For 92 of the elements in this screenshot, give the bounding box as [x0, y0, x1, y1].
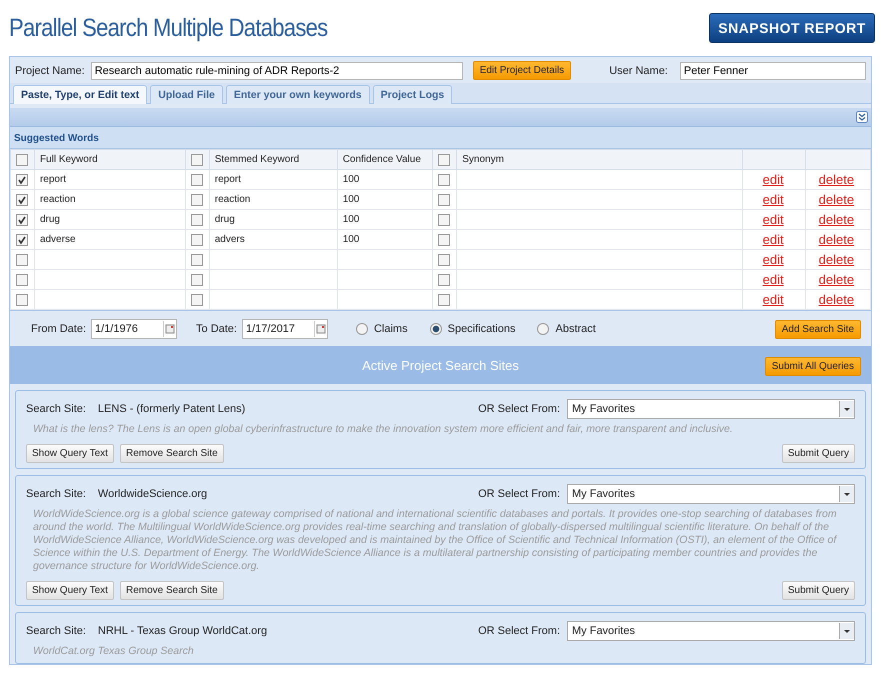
dropdown-caret-icon[interactable]: [839, 401, 854, 417]
calendar-icon[interactable]: [314, 321, 327, 337]
checkbox[interactable]: [438, 214, 450, 226]
checkbox[interactable]: [438, 274, 450, 286]
table-cell: adverse: [40, 234, 76, 245]
table-cell: 100: [342, 214, 360, 225]
dropdown-caret-icon[interactable]: [839, 623, 854, 639]
calendar-icon[interactable]: [163, 321, 176, 337]
checkbox[interactable]: [438, 294, 450, 306]
radio-option[interactable]: Claims: [356, 323, 408, 335]
site-action-button[interactable]: Remove Search Site: [120, 444, 224, 463]
submit-query-button[interactable]: Submit Query: [782, 444, 855, 463]
radio-option[interactable]: Abstract: [537, 323, 596, 335]
site-description: WorldWideScience.org is a global science gateway comprised of national and international scientific databases and portals. It provides one-stop searching of databases from around the world. The Multilingual WorldWideScience.org provides real-time searching and translation of globally-dispersed multilingual scientific literature. On behalf of the WorldWideScience Alliance, WorldWideScience.org was developed and is maintained by the Office of Scientific and Technical Information (OSTI), an element of the Office of Science within the U.S. Department of Energy. The WorldWideScience Alliance is a multilateral partnership consisting of participating member countries and provides the governance structure for WorldWideScience.org.: [33, 508, 838, 573]
radio-button[interactable]: [430, 323, 442, 335]
checkbox[interactable]: [190, 154, 203, 166]
site-description: What is the lens? The Lens is an open global cyberinfrastructure to make the innovation system more efficient and fair, more transparent and inclusive.: [33, 423, 734, 436]
checkbox[interactable]: [16, 214, 28, 226]
site-select[interactable]: My Favorites: [567, 399, 855, 419]
edit-project-details-button[interactable]: Edit Project Details: [472, 61, 572, 80]
checkbox[interactable]: [16, 234, 28, 246]
tab[interactable]: Project Logs: [372, 85, 452, 104]
field-label: Search Site:: [26, 488, 86, 500]
radio-button[interactable]: [537, 323, 550, 335]
checkbox[interactable]: [16, 294, 28, 306]
site-select[interactable]: My Favorites: [567, 621, 855, 641]
field-label: OR Select From:: [478, 488, 560, 500]
checkbox[interactable]: [16, 174, 28, 186]
checkbox[interactable]: [16, 274, 28, 286]
submit-all-queries-button[interactable]: Submit All Queries: [764, 357, 861, 376]
field-label: OR Select From:: [478, 625, 560, 637]
checkbox[interactable]: [16, 254, 28, 266]
user-name-field[interactable]: Peter Fenner: [680, 62, 866, 80]
site-description: WorldCat.org Texas Group Search: [33, 645, 195, 658]
tab[interactable]: Paste, Type, or Edit text: [13, 85, 148, 104]
column-header: Stemmed Keyword: [214, 154, 300, 165]
checkbox[interactable]: [438, 254, 450, 266]
checkbox[interactable]: [190, 194, 203, 206]
field-label: Search Site:: [26, 403, 86, 415]
table-cell: 100: [342, 234, 360, 245]
table-cell: report: [214, 174, 241, 185]
table-cell: 100: [342, 174, 360, 185]
field-label: User Name:: [609, 64, 668, 76]
checkbox[interactable]: [438, 234, 450, 246]
field-label: Search Site:: [26, 625, 86, 637]
expand-icon[interactable]: [856, 111, 868, 123]
tab[interactable]: Upload File: [150, 85, 223, 104]
checkbox[interactable]: [190, 254, 203, 266]
table-cell: advers: [214, 234, 245, 245]
page-title: Parallel Search Multiple Databases: [9, 14, 328, 42]
table-cell: reaction: [214, 194, 250, 205]
field-label: OR Select From:: [478, 403, 560, 415]
project-name-field[interactable]: Research automatic rule-mining of ADR Reports-2: [90, 62, 463, 80]
section-title: Active Project Search Sites: [362, 358, 519, 372]
checkbox[interactable]: [190, 174, 203, 186]
checkbox[interactable]: [190, 294, 203, 306]
section-title: Suggested Words: [10, 127, 871, 149]
checkbox[interactable]: [16, 154, 28, 166]
submit-query-button[interactable]: Submit Query: [782, 581, 855, 600]
checkbox[interactable]: [190, 234, 203, 246]
tab[interactable]: Enter your own keywords: [226, 85, 370, 104]
checkbox[interactable]: [190, 214, 203, 226]
search-site-name: LENS - (formerly Patent Lens): [98, 403, 246, 415]
site-action-button[interactable]: Remove Search Site: [120, 581, 224, 600]
to-date-field[interactable]: 1/17/2017: [242, 319, 328, 339]
checkbox[interactable]: [438, 154, 450, 166]
field-label: To Date:: [196, 323, 237, 335]
radio-button[interactable]: [356, 323, 368, 335]
table-cell: 100: [342, 194, 360, 205]
table-cell: reaction: [40, 194, 76, 205]
site-action-button[interactable]: Show Query Text: [26, 444, 114, 463]
field-label: Project Name:: [15, 64, 85, 76]
table-cell: drug: [40, 214, 60, 225]
field-label: From Date:: [31, 323, 86, 335]
add-search-site-button[interactable]: Add Search Site: [774, 320, 861, 338]
checkbox[interactable]: [190, 274, 203, 286]
column-header: Synonym: [462, 154, 504, 165]
search-site-name: WorldwideScience.org: [98, 488, 208, 500]
radio-option[interactable]: Specifications: [430, 323, 516, 335]
table-cell: drug: [214, 214, 235, 225]
site-action-button[interactable]: Show Query Text: [26, 581, 114, 600]
table-cell: report: [40, 174, 66, 185]
search-site-name: NRHL - Texas Group WorldCat.org: [98, 625, 268, 637]
site-select[interactable]: My Favorites: [567, 484, 855, 504]
checkbox[interactable]: [438, 174, 450, 186]
from-date-field[interactable]: 1/1/1976: [91, 319, 178, 339]
snapshot-report-button[interactable]: SNAPSHOT REPORT: [709, 13, 875, 43]
checkbox[interactable]: [438, 194, 450, 206]
column-header: Full Keyword: [40, 154, 98, 165]
column-header: Confidence Value: [342, 154, 421, 165]
dropdown-caret-icon[interactable]: [839, 486, 854, 502]
checkbox[interactable]: [16, 194, 28, 206]
